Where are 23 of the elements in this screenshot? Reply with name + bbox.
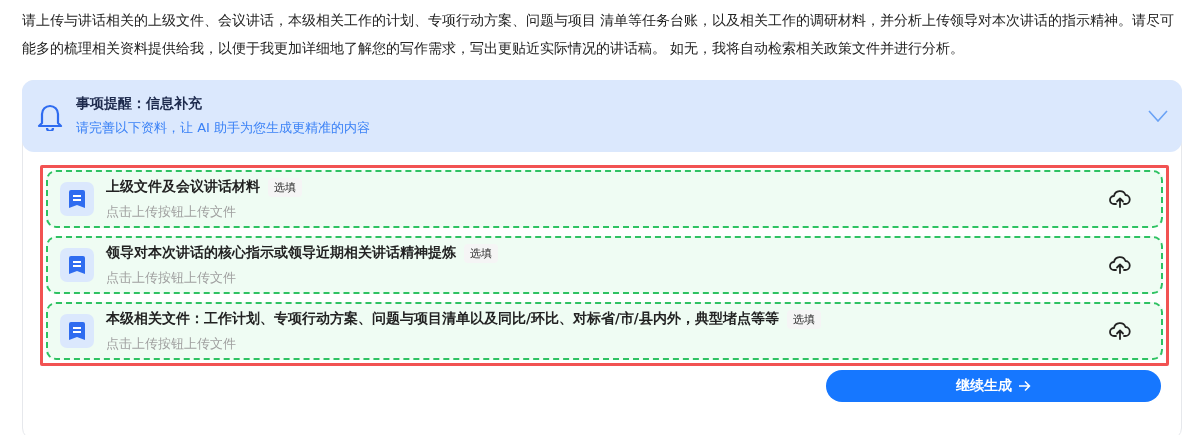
cloud-upload-icon[interactable] xyxy=(1109,321,1131,341)
optional-tag: 选填 xyxy=(268,177,302,197)
document-icon xyxy=(60,182,94,216)
arrow-icon xyxy=(1018,380,1031,392)
upload-item[interactable]: 领导对本次讲话的核心指示或领导近期相关讲话精神提炼 选填 点击上传按钮上传文件 xyxy=(46,236,1163,294)
notice-subtitle: 请完善以下资料，让 AI 助手为您生成更精准的内容 xyxy=(76,119,371,137)
notice-title: 事项提醒：信息补充 xyxy=(76,95,203,113)
optional-tag: 选填 xyxy=(786,309,821,329)
upload-title: 领导对本次讲话的核心指示或领导近期相关讲话精神提炼 xyxy=(106,244,456,262)
optional-tag: 选填 xyxy=(464,243,498,263)
upload-title: 本级相关文件：工作计划、专项行动方案、问题与项目清单以及同比/环比、对标省/市/县内外，典型堵点等等 xyxy=(106,310,779,328)
cloud-upload-icon[interactable] xyxy=(1109,255,1131,275)
instructions-text: 请上传与讲话相关的上级文件、会议讲话，本级相关工作的计划、专项行动方案、问题与项目 清单等任务台账，以及相关工作的调研材料，并分析上传领导对本次讲话的指示精神。请尽可能多的梳理相关资料提供给我，以便于我更加详细地了解您的写作需求，写出更贴近实际情况的讲话稿。 如无，我将自动检索相关政策文件并进行分析。 xyxy=(21,11,1176,58)
cloud-upload-icon[interactable] xyxy=(1109,189,1131,209)
upload-hint: 点击上传按钮上传文件 xyxy=(106,202,237,221)
document-icon xyxy=(60,248,94,282)
upload-item[interactable]: 本级相关文件：工作计划、专项行动方案、问题与项目清单以及同比/环比、对标省/市/县内外，典型堵点等等 选填 点击上传按钮上传文件 xyxy=(46,302,1163,360)
upload-item[interactable]: 上级文件及会议讲话材料 选填 点击上传按钮上传文件 xyxy=(46,170,1163,228)
upload-hint: 点击上传按钮上传文件 xyxy=(106,334,237,353)
upload-title: 上级文件及会议讲话材料 xyxy=(106,178,260,196)
continue-button[interactable]: 继续生成 xyxy=(826,370,1161,402)
upload-hint: 点击上传按钮上传文件 xyxy=(106,268,237,287)
document-icon xyxy=(60,314,94,348)
